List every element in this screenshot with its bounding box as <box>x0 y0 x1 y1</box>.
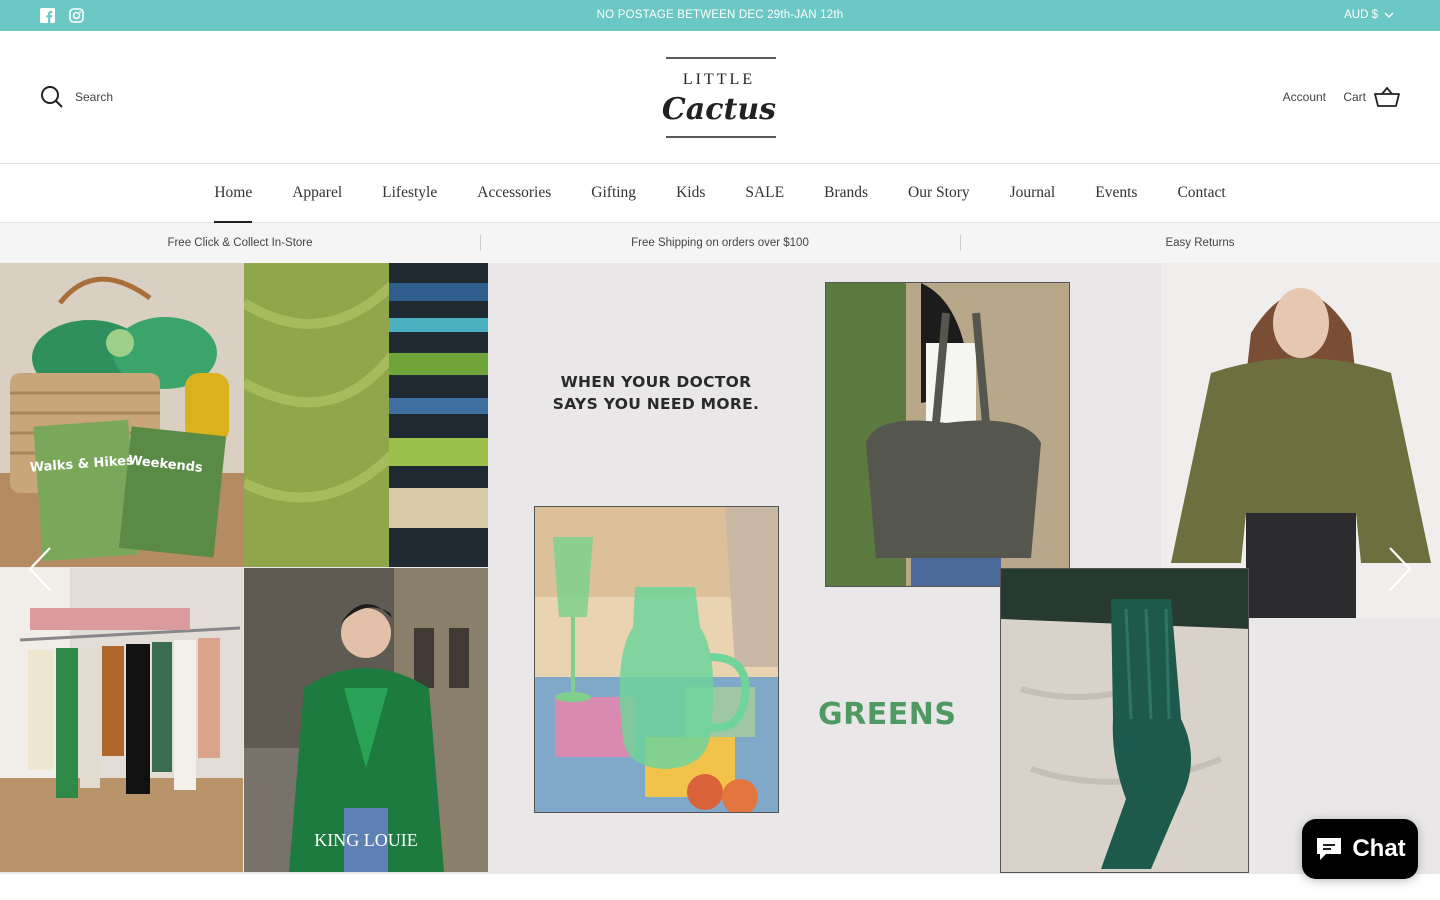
benefit-easy-returns: Easy Returns <box>960 223 1440 263</box>
hero-headline-line2: SAYS YOU NEED MORE. <box>552 395 760 414</box>
nav-item-sale[interactable]: SALE <box>745 165 784 222</box>
hero-headline-line1: WHEN YOUR DOCTOR <box>560 373 752 391</box>
search-label: Search <box>75 90 114 104</box>
nav-item-accessories[interactable]: Accessories <box>477 165 551 222</box>
nav-item-gifting[interactable]: Gifting <box>591 165 636 222</box>
chevron-right-icon <box>1389 547 1412 591</box>
benefit-click-collect: Free Click & Collect In-Store <box>167 237 313 249</box>
chat-bubble-icon <box>1317 838 1342 860</box>
slideshow-prev-button[interactable] <box>26 546 54 592</box>
search-button[interactable]: Search <box>40 85 113 109</box>
brand-caption: KING LOUIE <box>314 830 417 850</box>
nav-item-our-story[interactable]: Our Story <box>908 165 970 222</box>
hero-slideshow: Walks & Hikes Weekends KING LOUIE WHEN Y… <box>0 263 1440 874</box>
chevron-left-icon <box>28 547 51 591</box>
hero-accent-text: GREENS <box>818 697 957 732</box>
nav-item-events[interactable]: Events <box>1095 165 1137 222</box>
hero-image-green-jacket[interactable]: KING LOUIE <box>244 568 488 872</box>
chevron-down-icon <box>1384 12 1394 18</box>
hero-headline: WHEN YOUR DOCTOR SAYS YOU NEED MORE. <box>540 371 772 416</box>
nav-item-home[interactable]: Home <box>214 165 252 223</box>
cart-label: Cart <box>1343 90 1366 104</box>
benefits-bar: Free Click & Collect In-Store Free Shipp… <box>0 223 1440 263</box>
slideshow-next-button[interactable] <box>1386 546 1414 592</box>
site-logo[interactable]: LITTLE Cactus <box>660 53 778 141</box>
account-link[interactable]: Account <box>1283 90 1326 104</box>
currency-selector[interactable]: AUD $ <box>1344 9 1394 21</box>
currency-label: AUD $ <box>1344 9 1378 21</box>
announcement-message: NO POSTAGE BETWEEN DEC 29th-JAN 12th <box>596 9 844 21</box>
logo-text-bottom: Cactus <box>662 92 776 127</box>
hero-image-tote-bag[interactable] <box>825 282 1070 587</box>
hero-image-green-socks[interactable] <box>1000 568 1249 873</box>
search-icon <box>41 86 63 108</box>
logo-text-top: LITTLE <box>683 71 755 88</box>
basket-icon <box>1374 86 1400 107</box>
nav-item-brands[interactable]: Brands <box>824 165 868 222</box>
main-nav: Home Apparel Lifestyle Accessories Gifti… <box>0 165 1440 223</box>
hero-image-knitwear[interactable] <box>244 263 488 567</box>
hero-image-glassware[interactable] <box>534 506 779 813</box>
hero-image-basket-books[interactable]: Walks & Hikes Weekends <box>0 263 244 567</box>
hero-image-clothing-rack[interactable] <box>0 568 243 872</box>
announcement-bar: NO POSTAGE BETWEEN DEC 29th-JAN 12th AUD… <box>0 0 1440 31</box>
benefit-free-shipping: Free Shipping on orders over $100 <box>480 223 960 263</box>
nav-item-journal[interactable]: Journal <box>1010 165 1056 222</box>
nav-item-apparel[interactable]: Apparel <box>292 165 342 222</box>
cart-link[interactable]: Cart <box>1343 86 1400 108</box>
nav-item-kids[interactable]: Kids <box>676 165 705 222</box>
site-header: Search LITTLE Cactus Account Cart <box>0 31 1440 164</box>
chat-button[interactable]: Chat <box>1302 819 1418 879</box>
nav-item-lifestyle[interactable]: Lifestyle <box>382 165 437 222</box>
nav-item-contact[interactable]: Contact <box>1177 165 1225 222</box>
chat-label: Chat <box>1352 835 1406 862</box>
